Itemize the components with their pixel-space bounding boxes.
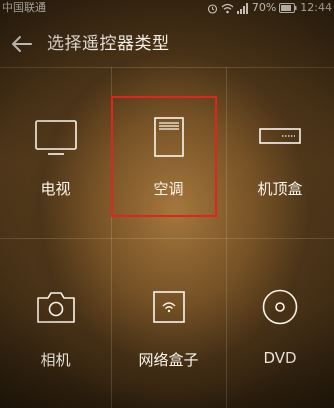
device-tile-dvd[interactable]: DVD [226, 239, 334, 408]
device-tile-camera[interactable]: 相机 [0, 239, 111, 408]
selection-highlight [111, 96, 217, 217]
battery-percent: 70% [251, 1, 277, 14]
tv-icon [34, 120, 77, 155]
signal-icon [236, 2, 248, 14]
network-box-icon [152, 291, 185, 323]
set-top-box-icon [259, 128, 301, 144]
device-tile-tv[interactable]: 电视 [0, 68, 111, 238]
status-bar: 中国联通 70% 12:44 [0, 0, 334, 16]
remote-type-screen: 中国联通 70% 12:44 选择遥控器类型 电视 空调 机顶盒 相机 网络盒子… [0, 0, 334, 408]
carrier-name: 中国联通 [2, 1, 46, 14]
device-label: 相机 [40, 351, 71, 369]
alarm-icon [207, 3, 217, 14]
camera-icon [36, 292, 75, 323]
app-header: 选择遥控器类型 [0, 28, 334, 60]
battery-icon [279, 3, 297, 13]
device-label: 机顶盒 [257, 180, 303, 198]
wifi-icon [221, 3, 234, 13]
device-label: DVD [263, 349, 297, 367]
device-tile-network-box[interactable]: 网络盒子 [111, 239, 226, 408]
dvd-icon [262, 289, 298, 325]
device-label: 电视 [40, 180, 71, 198]
page-title: 选择遥控器类型 [47, 34, 170, 54]
device-label: 网络盒子 [138, 351, 199, 369]
device-tile-set-top-box[interactable]: 机顶盒 [226, 68, 334, 238]
back-arrow-icon[interactable] [10, 32, 34, 56]
clock: 12:44 [300, 1, 332, 14]
